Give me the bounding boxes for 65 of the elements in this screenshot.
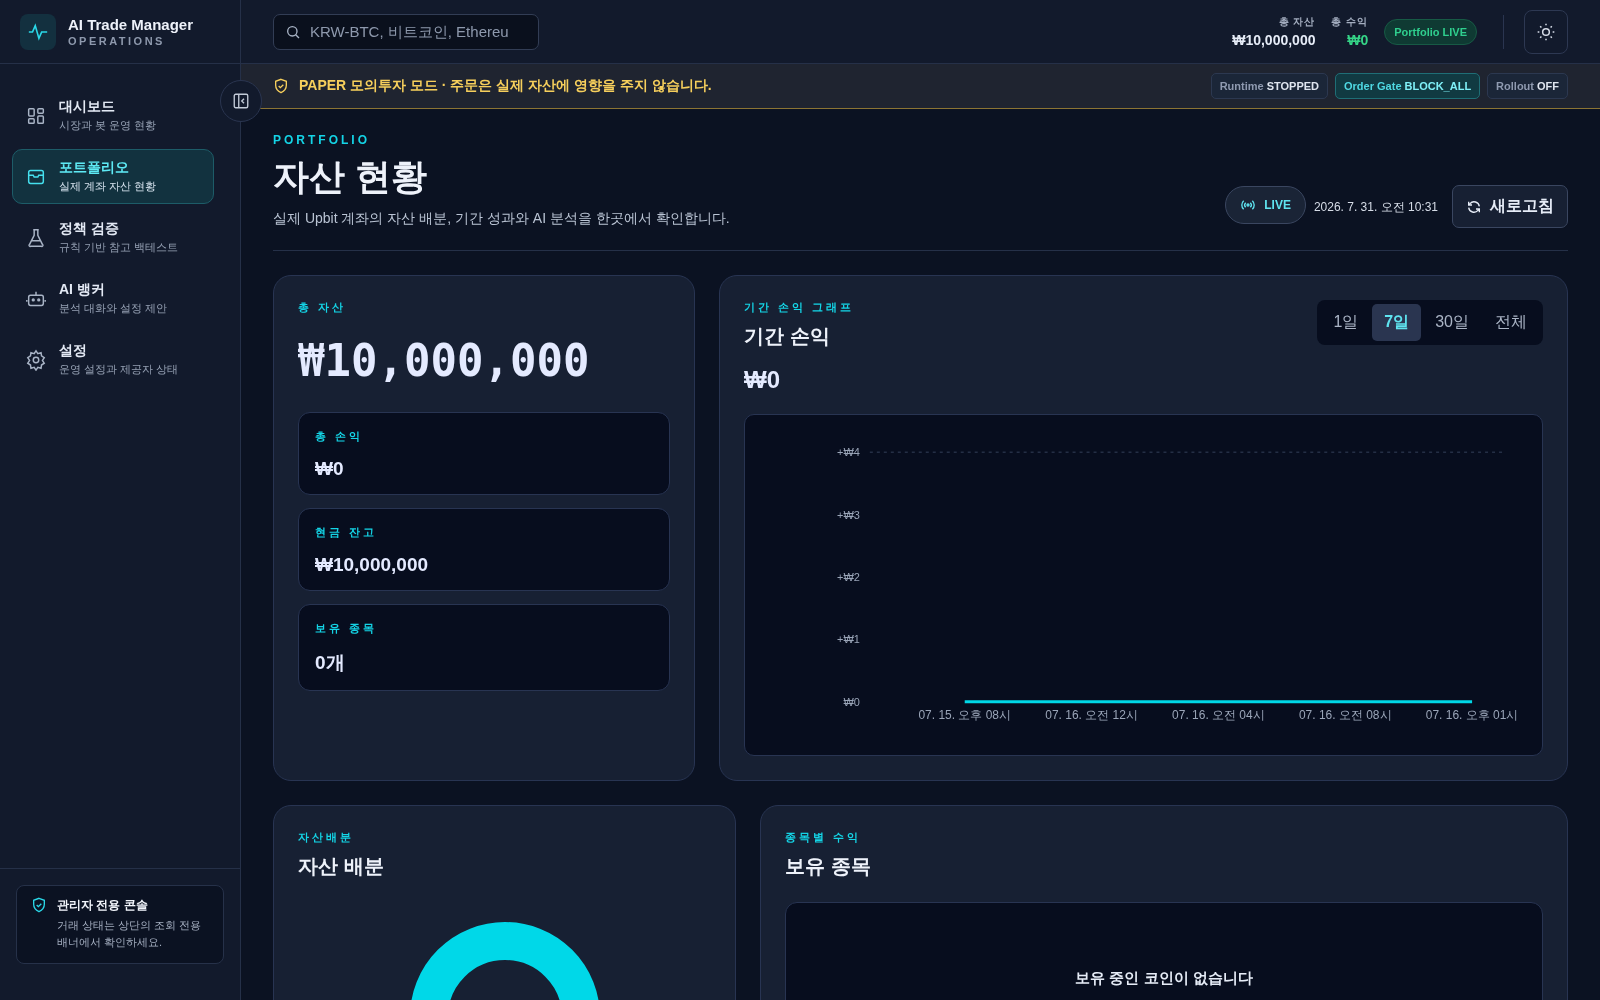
status-pill: Portfolio LIVE xyxy=(1384,18,1477,45)
range-tab[interactable]: 30일 xyxy=(1423,304,1481,341)
search-field[interactable]: KRW-BTC, 비트코인, Ethereu xyxy=(273,13,539,50)
axis-label: 07. 16. 오전 12시 xyxy=(1045,707,1138,722)
status-chip: Rollout OFF xyxy=(1487,73,1568,99)
sidebar-collapse-icon xyxy=(232,92,250,110)
theme-toggle-button[interactable] xyxy=(1524,9,1568,54)
app-title: AI Trade Manager xyxy=(68,16,194,33)
page-eyebrow: PORTFOLIO xyxy=(273,133,371,147)
stat-label: 총 손익 xyxy=(315,429,365,444)
status-chip: Runtime STOPPED xyxy=(1210,73,1329,99)
stat-label: 총 수익 xyxy=(1331,15,1369,29)
range-tab[interactable]: 7일 xyxy=(1372,304,1422,341)
axis-label: 07. 16. 오후 01시 xyxy=(1425,707,1519,722)
nav-item[interactable]: 정책 검증 규칙 기반 참고 백테스트 xyxy=(12,210,214,265)
card-eyebrow: 종목별 수익 xyxy=(785,830,863,845)
empty-state-text: 보유 중인 코인이 없습니다 xyxy=(1075,969,1253,988)
live-badge: LIVE xyxy=(1225,186,1306,224)
stat-value: 0개 xyxy=(315,651,346,675)
range-tab[interactable]: 전체 xyxy=(1483,304,1539,341)
axis-label: ₩0 xyxy=(843,695,860,708)
total-assets-value: ₩10,000,000 xyxy=(298,335,591,386)
settings-icon xyxy=(25,348,47,371)
app-subtitle: OPERATIONS xyxy=(68,35,166,47)
pnl-value: ₩0 xyxy=(744,366,781,394)
shield-check-icon xyxy=(31,896,47,913)
pulse-logo-icon xyxy=(20,13,56,50)
refresh-button[interactable]: 새로고침 xyxy=(1452,185,1568,228)
refresh-icon xyxy=(1466,198,1482,215)
nav-item[interactable]: 대시보드 시장과 봇 운영 현황 xyxy=(12,88,214,143)
sun-icon xyxy=(1536,21,1556,42)
stat-value: ₩10,000,000 xyxy=(315,554,430,576)
axis-label: +₩1 xyxy=(837,633,860,646)
paper-mode-notice: PAPER 모의투자 모드 · 주문은 실제 자산에 영향을 주지 않습니다. xyxy=(299,77,713,95)
stat-label: 현금 잔고 xyxy=(315,525,379,540)
card-title: 자산 배분 xyxy=(298,854,385,879)
axis-label: +₩4 xyxy=(837,446,860,459)
stat-value: ₩0 xyxy=(315,458,345,480)
flask-icon xyxy=(25,226,47,249)
shield-check-icon xyxy=(273,78,289,94)
axis-label: +₩3 xyxy=(837,508,860,521)
page-subtitle: 실제 Upbit 계좌의 자산 배분, 기간 성과와 AI 분석을 한곳에서 확인합니다. xyxy=(273,210,731,228)
axis-label: 07. 16. 오전 08시 xyxy=(1298,707,1392,722)
axis-label: +₩2 xyxy=(837,571,860,583)
stat-value: ₩10,000,000 xyxy=(1232,32,1316,48)
card-eyebrow: 총 자산 xyxy=(298,300,348,315)
nav-item[interactable]: 포트폴리오 실제 계좌 자산 현황 xyxy=(12,149,214,204)
notice-title: 관리자 전용 콘솔 xyxy=(57,896,149,914)
range-tab[interactable]: 1일 xyxy=(1321,304,1371,341)
status-chip: Order Gate BLOCK_ALL xyxy=(1335,73,1481,99)
nav-item[interactable]: 설정 운영 설정과 제공자 상태 xyxy=(12,332,214,387)
stat-label: 보유 종목 xyxy=(315,621,379,636)
card-title: 보유 종목 xyxy=(785,854,872,879)
card-title: 기간 손익 xyxy=(744,324,831,349)
timestamp: 2026. 7. 31. 오전 10:31 xyxy=(1313,199,1438,216)
axis-label: 07. 16. 오전 04시 xyxy=(1172,707,1265,722)
card-eyebrow: 자산배분 xyxy=(298,830,355,845)
stat-value: ₩0 xyxy=(1346,32,1369,48)
page-title: 자산 현황 xyxy=(273,155,428,199)
card-eyebrow: 기간 손익 그래프 xyxy=(744,300,855,315)
notice-text: 거래 상태는 상단의 조회 전용 배너에서 확인하세요. xyxy=(57,917,203,951)
collapse-sidebar-button[interactable] xyxy=(220,80,262,122)
stat-label: 총 자산 xyxy=(1277,15,1316,29)
axis-label: 07. 15. 오후 08시 xyxy=(918,707,1011,722)
nav-item[interactable]: AI 뱅커 분석 대화와 설정 제안 xyxy=(12,271,214,326)
